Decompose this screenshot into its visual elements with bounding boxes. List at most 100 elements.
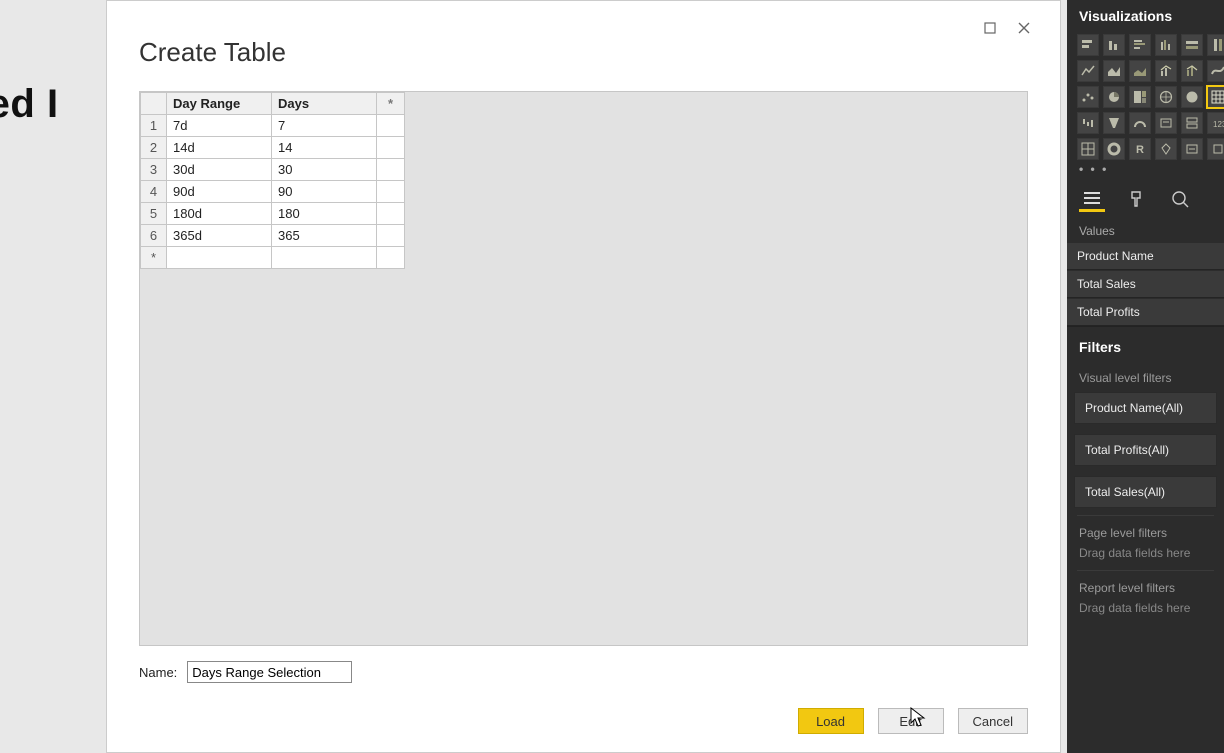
report-filters-label: Report level filters — [1067, 573, 1224, 597]
page-filters-dropzone[interactable]: Drag data fields here — [1067, 542, 1224, 568]
column-header-days[interactable]: Days — [272, 93, 377, 115]
svg-text:123: 123 — [1213, 120, 1224, 129]
cell-extra[interactable] — [377, 115, 405, 137]
card-icon[interactable] — [1155, 112, 1177, 134]
treemap-icon[interactable] — [1129, 86, 1151, 108]
values-field[interactable]: Total Sales — [1067, 270, 1224, 298]
fields-tab-icon[interactable] — [1079, 186, 1105, 212]
cell-days[interactable]: 14 — [272, 137, 377, 159]
cell-day-range[interactable] — [167, 247, 272, 269]
clustered-bar-icon[interactable] — [1129, 34, 1151, 56]
visualizations-title: Visualizations — [1067, 0, 1224, 28]
multi-row-card-icon[interactable] — [1181, 112, 1203, 134]
report-filters-dropzone[interactable]: Drag data fields here — [1067, 597, 1224, 623]
values-label: Values — [1067, 214, 1224, 242]
table-row[interactable]: 1 7d 7 — [141, 115, 405, 137]
stacked-area-icon[interactable] — [1129, 60, 1151, 82]
cell-extra[interactable] — [377, 159, 405, 181]
waterfall-icon[interactable] — [1077, 112, 1099, 134]
divider — [1077, 515, 1214, 516]
cell-days[interactable] — [272, 247, 377, 269]
data-entry-grid[interactable]: Day Range Days * 1 7d 7 2 14d 14 — [139, 91, 1028, 646]
donut-icon[interactable] — [1103, 138, 1125, 160]
format-tab-icon[interactable] — [1123, 186, 1149, 212]
table-row[interactable]: 4 90d 90 — [141, 181, 405, 203]
cell-extra[interactable] — [377, 247, 405, 269]
visual-filter-item[interactable]: Total Profits(All) — [1074, 434, 1217, 466]
cell-day-range[interactable]: 7d — [167, 115, 272, 137]
cell-extra[interactable] — [377, 137, 405, 159]
row-number: 1 — [141, 115, 167, 137]
row-number: 3 — [141, 159, 167, 181]
r-visual-icon[interactable]: R — [1129, 138, 1151, 160]
dialog-titlebar — [107, 1, 1060, 35]
cell-days[interactable]: 365 — [272, 225, 377, 247]
svg-text:R: R — [1136, 144, 1144, 156]
close-button[interactable] — [1010, 19, 1038, 37]
table-name-input[interactable] — [187, 661, 352, 683]
cell-days[interactable]: 7 — [272, 115, 377, 137]
cell-extra[interactable] — [377, 181, 405, 203]
table-row-new[interactable]: * — [141, 247, 405, 269]
more-visuals-ellipsis[interactable]: • • • — [1067, 162, 1224, 182]
column-header-day-range[interactable]: Day Range — [167, 93, 272, 115]
hundred-stacked-bar-icon[interactable] — [1181, 34, 1203, 56]
stacked-column-icon[interactable] — [1103, 34, 1125, 56]
corner-cell — [141, 93, 167, 115]
map-icon[interactable] — [1155, 86, 1177, 108]
cell-day-range[interactable]: 180d — [167, 203, 272, 225]
filters-title: Filters — [1067, 326, 1224, 363]
table-visual-icon[interactable] — [1207, 86, 1224, 108]
slicer-icon[interactable] — [1181, 138, 1203, 160]
clustered-column-icon[interactable] — [1155, 34, 1177, 56]
name-row: Name: — [139, 661, 352, 683]
visualizations-panel: Visualizations 123 R • • • — [1067, 0, 1224, 753]
combo-chart-icon[interactable] — [1155, 60, 1177, 82]
cell-days[interactable]: 90 — [272, 181, 377, 203]
cancel-button[interactable]: Cancel — [958, 708, 1028, 734]
cell-days[interactable]: 30 — [272, 159, 377, 181]
scatter-chart-icon[interactable] — [1077, 86, 1099, 108]
row-number: 6 — [141, 225, 167, 247]
matrix-icon[interactable] — [1077, 138, 1099, 160]
edit-button[interactable]: Edit — [878, 708, 944, 734]
table-row[interactable]: 5 180d 180 — [141, 203, 405, 225]
gauge-icon[interactable] — [1129, 112, 1151, 134]
visualization-gallery: 123 R — [1067, 28, 1224, 162]
custom-visual-icon[interactable] — [1207, 138, 1224, 160]
ribbon-chart-icon[interactable] — [1207, 60, 1224, 82]
load-button[interactable]: Load — [798, 708, 864, 734]
column-header-add[interactable]: * — [377, 93, 405, 115]
table-row[interactable]: 3 30d 30 — [141, 159, 405, 181]
cell-days[interactable]: 180 — [272, 203, 377, 225]
dialog-buttons: Load Edit Cancel — [798, 708, 1028, 734]
dialog-title: Create Table — [139, 37, 286, 68]
maximize-button[interactable] — [976, 19, 1004, 37]
values-field[interactable]: Total Profits — [1067, 298, 1224, 326]
cell-day-range[interactable]: 90d — [167, 181, 272, 203]
filled-map-icon[interactable] — [1181, 86, 1203, 108]
hundred-stacked-column-icon[interactable] — [1207, 34, 1224, 56]
cell-day-range[interactable]: 365d — [167, 225, 272, 247]
cell-extra[interactable] — [377, 203, 405, 225]
table-row[interactable]: 6 365d 365 — [141, 225, 405, 247]
cell-day-range[interactable]: 14d — [167, 137, 272, 159]
visual-filter-item[interactable]: Total Sales(All) — [1074, 476, 1217, 508]
row-number: 2 — [141, 137, 167, 159]
funnel-icon[interactable] — [1103, 112, 1125, 134]
analytics-tab-icon[interactable] — [1167, 186, 1193, 212]
kpi-icon[interactable]: 123 — [1207, 112, 1224, 134]
cell-extra[interactable] — [377, 225, 405, 247]
cell-day-range[interactable]: 30d — [167, 159, 272, 181]
area-chart-icon[interactable] — [1103, 60, 1125, 82]
arcgis-icon[interactable] — [1155, 138, 1177, 160]
visual-filter-item[interactable]: Product Name(All) — [1074, 392, 1217, 424]
background-obscured-text: aded I — [0, 82, 59, 127]
table-row[interactable]: 2 14d 14 — [141, 137, 405, 159]
stacked-bar-icon[interactable] — [1077, 34, 1099, 56]
values-field[interactable]: Product Name — [1067, 242, 1224, 270]
pie-chart-icon[interactable] — [1103, 86, 1125, 108]
line-chart-icon[interactable] — [1077, 60, 1099, 82]
combo-chart-stacked-icon[interactable] — [1181, 60, 1203, 82]
divider — [1077, 570, 1214, 571]
